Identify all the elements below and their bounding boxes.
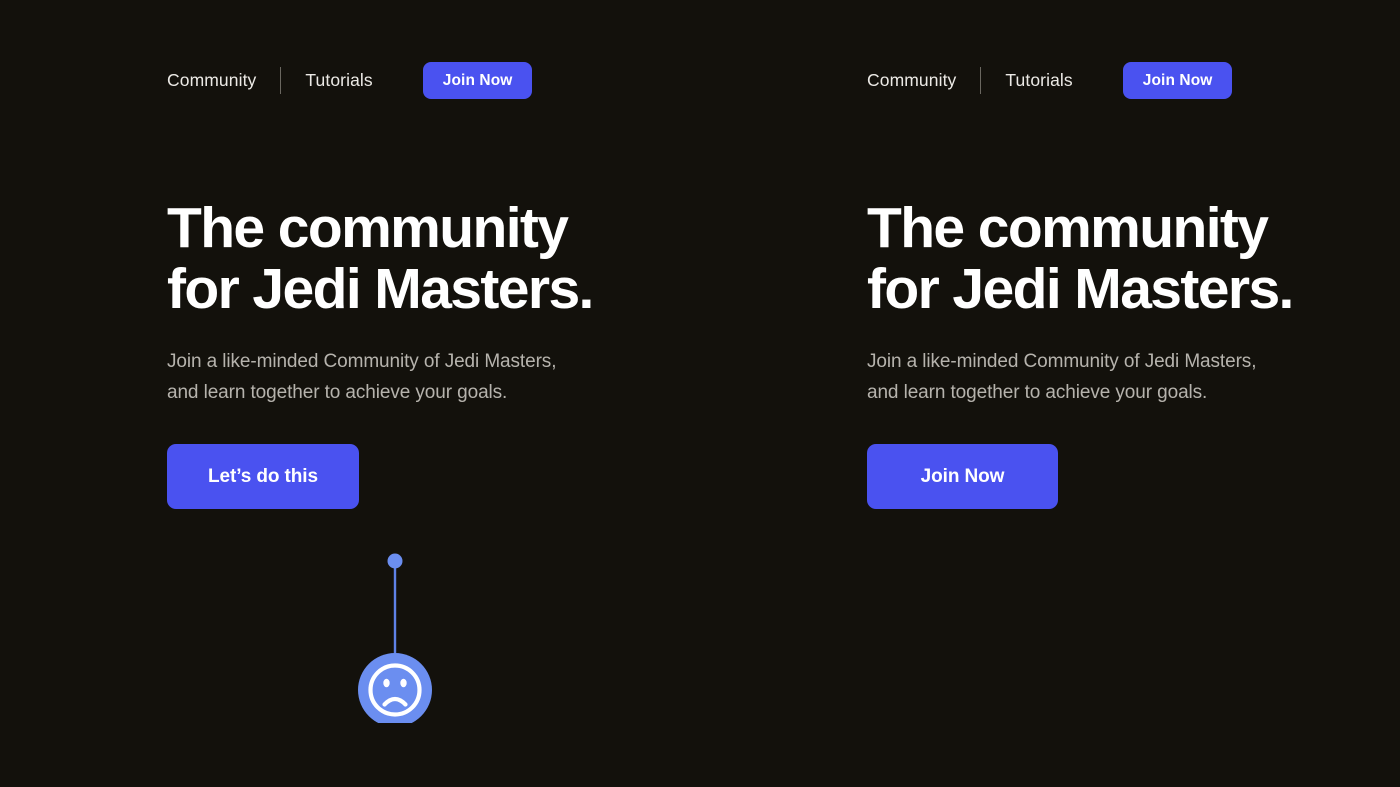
navbar-a: Community Tutorials Join Now [167,62,533,99]
navbar-b: Community Tutorials Join Now [867,62,1233,99]
marker-top-dot [387,553,403,569]
hero-subcopy: Join a like-minded Community of Jedi Mas… [167,351,557,403]
nav-divider [280,67,282,94]
nav-link-community[interactable]: Community [867,71,956,90]
page-title: The community for Jedi Masters. [167,196,594,321]
nav-link-tutorials[interactable]: Tutorials [305,71,372,90]
nav-link-tutorials[interactable]: Tutorials [1005,71,1072,90]
hero-cta-button[interactable]: Join Now [867,444,1058,509]
nav-link-community[interactable]: Community [167,71,256,90]
nav-divider [980,67,982,94]
face-left-eye [383,678,390,688]
hero-variant-a: Community Tutorials Join Now The communi… [0,0,700,787]
hero-subcopy: Join a like-minded Community of Jedi Mas… [867,351,1257,403]
nav-join-now-button[interactable]: Join Now [1122,62,1233,99]
face-right-eye [400,678,407,688]
hero-cta-button[interactable]: Let’s do this [167,444,359,509]
hero-comparison-stage: Community Tutorials Join Now The communi… [0,0,1400,787]
sad-face-marker-graphic [358,553,432,723]
nav-join-now-button[interactable]: Join Now [422,62,533,99]
hero-variant-b: Community Tutorials Join Now The communi… [700,0,1400,787]
sad-face-marker[interactable] [356,553,434,723]
page-title: The community for Jedi Masters. [867,196,1294,321]
